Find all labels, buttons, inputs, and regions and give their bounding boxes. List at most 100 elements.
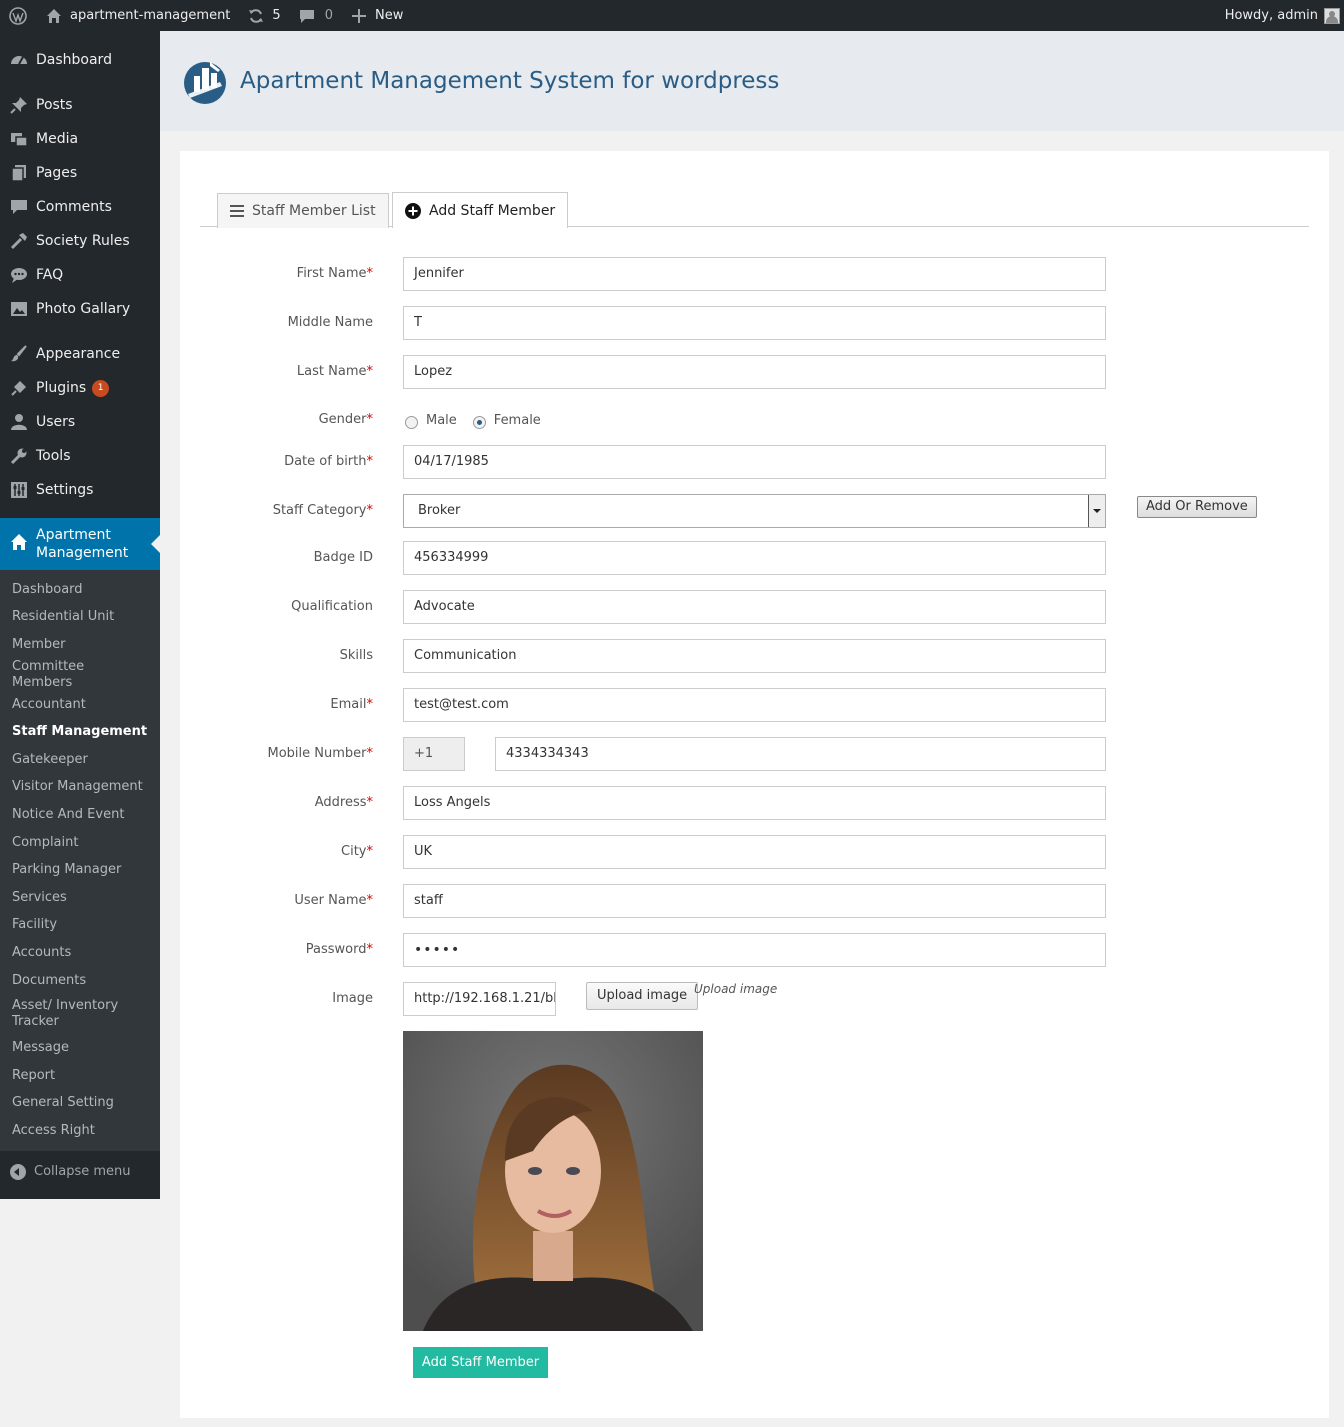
wordpress-logo[interactable] [0,0,36,31]
chevron-down-icon[interactable] [1088,495,1105,527]
tab-staff-member-list[interactable]: Staff Member List [217,193,389,228]
add-or-remove-button[interactable]: Add Or Remove [1137,496,1257,518]
submenu-item-facility[interactable]: Facility [0,912,160,940]
plus-icon [349,6,369,26]
submenu-item-general-setting[interactable]: General Setting [0,1090,160,1118]
submenu-item-parking-manager[interactable]: Parking Manager [0,856,160,884]
main-panel: Staff Member List Add Staff Member First… [180,151,1329,1418]
submenu-item-committee-members[interactable]: Committee Members [0,659,160,691]
menu-faq[interactable]: FAQ [0,258,160,292]
hammer-icon [10,232,28,250]
submenu-item-dashboard[interactable]: Dashboard [0,576,160,604]
skills-label: Skills [339,648,373,663]
gender-male-label[interactable]: Male [426,413,457,428]
username-label: User Name* [294,893,373,908]
image-url-input[interactable]: http://192.168.1.21/bh [403,982,556,1016]
menu-dashboard[interactable]: Dashboard [0,43,160,77]
menu-photo-gallary[interactable]: Photo Gallary [0,292,160,326]
password-row: Password* ••••• [180,933,1329,967]
qualification-input[interactable]: Advocate [403,590,1106,624]
updates-link[interactable]: 5 [238,0,288,31]
username-input[interactable]: staff [403,884,1106,918]
dob-label: Date of birth* [284,454,373,469]
pin-icon [10,96,28,114]
first-name-label: First Name* [296,266,373,281]
menu-tools[interactable]: Tools [0,439,160,473]
comments-link[interactable]: 0 [289,0,341,31]
gender-female-label[interactable]: Female [494,413,541,428]
dob-row: Date of birth* 04/17/1985 [180,445,1329,479]
upload-image-button[interactable]: Upload image [586,982,699,1010]
staff-category-label: Staff Category* [272,503,373,518]
submenu-item-asset-inventory-tracker[interactable]: Asset/ Inventory Tracker [0,994,160,1034]
mobile-number-input[interactable]: 4334334343 [495,737,1106,771]
gender-radios: Male Female [403,403,541,437]
new-content-link[interactable]: New [341,0,411,31]
middle-name-input[interactable]: T [403,306,1106,340]
submenu-item-accounts[interactable]: Accounts [0,939,160,967]
submenu-item-notice-and-event[interactable]: Notice And Event [0,801,160,829]
submenu-item-services[interactable]: Services [0,884,160,912]
submenu-item-staff-management[interactable]: Staff Management [0,718,160,746]
menu-settings[interactable]: Settings [0,473,160,507]
staff-photo-preview [403,1031,703,1331]
submenu-item-accountant[interactable]: Accountant [0,691,160,719]
submenu-item-member[interactable]: Member [0,631,160,659]
updates-count: 5 [272,8,281,23]
menu-posts[interactable]: Posts [0,88,160,122]
country-code-field[interactable]: +1 [403,737,465,771]
my-account[interactable]: Howdy, admin [1225,7,1344,24]
menu-label: Settings [36,482,94,498]
gender-female-radio[interactable] [472,415,486,429]
add-staff-member-button[interactable]: Add Staff Member [413,1347,548,1378]
middle-name-label: Middle Name [287,315,373,330]
tab-label: Add Staff Member [429,202,556,219]
menu-label: Plugins [36,380,87,396]
menu-users[interactable]: Users [0,405,160,439]
menu-label: Dashboard [36,52,112,68]
menu-appearance[interactable]: Appearance [0,337,160,371]
menu-comments[interactable]: Comments [0,190,160,224]
menu-apartment-management[interactable]: Apartment Management [0,518,160,570]
dob-input[interactable]: 04/17/1985 [403,445,1106,479]
new-label: New [374,8,404,23]
page-header: Apartment Management System for wordpres… [160,31,1344,131]
staff-category-select[interactable]: Broker [403,494,1106,528]
gender-male-radio[interactable] [405,415,418,429]
gallery-icon [10,300,28,318]
password-input[interactable]: ••••• [403,933,1106,967]
submenu-item-complaint[interactable]: Complaint [0,829,160,857]
tab-label: Staff Member List [252,203,376,219]
menu-society-rules[interactable]: Society Rules [0,224,160,258]
submenu-item-visitor-management[interactable]: Visitor Management [0,774,160,802]
menu-plugins[interactable]: Plugins 1 [0,371,160,405]
last-name-input[interactable]: Lopez [403,355,1106,389]
site-name-link[interactable]: apartment-management [36,0,238,31]
last-name-label: Last Name* [296,364,373,379]
skills-input[interactable]: Communication [403,639,1106,673]
menu-media[interactable]: Media [0,122,160,156]
collapse-icon [10,1163,26,1180]
comment-icon [10,198,28,216]
email-input[interactable]: test@test.com [403,688,1106,722]
address-input[interactable]: Loss Angels [403,786,1106,820]
badge-id-input[interactable]: 456334999 [403,541,1106,575]
submenu-item-documents[interactable]: Documents [0,967,160,995]
comments-count: 0 [324,8,333,23]
address-row: Address* Loss Angels [180,786,1329,820]
list-icon [230,205,244,217]
first-name-input[interactable]: Jennifer [403,257,1106,291]
menu-label: Posts [36,97,73,113]
collapse-menu-button[interactable]: Collapse menu [0,1151,160,1193]
submenu-item-gatekeeper[interactable]: Gatekeeper [0,746,160,774]
city-input[interactable]: UK [403,835,1106,869]
submenu-item-report[interactable]: Report [0,1062,160,1090]
submenu-item-message[interactable]: Message [0,1034,160,1062]
submenu-item-access-right[interactable]: Access Right [0,1117,160,1145]
menu-pages[interactable]: Pages [0,156,160,190]
skills-row: Skills Communication [180,639,1329,673]
refresh-icon [246,6,266,26]
submenu-item-residential-unit[interactable]: Residential Unit [0,604,160,632]
tab-add-staff-member[interactable]: Add Staff Member [392,192,569,228]
email-label: Email* [330,697,373,712]
